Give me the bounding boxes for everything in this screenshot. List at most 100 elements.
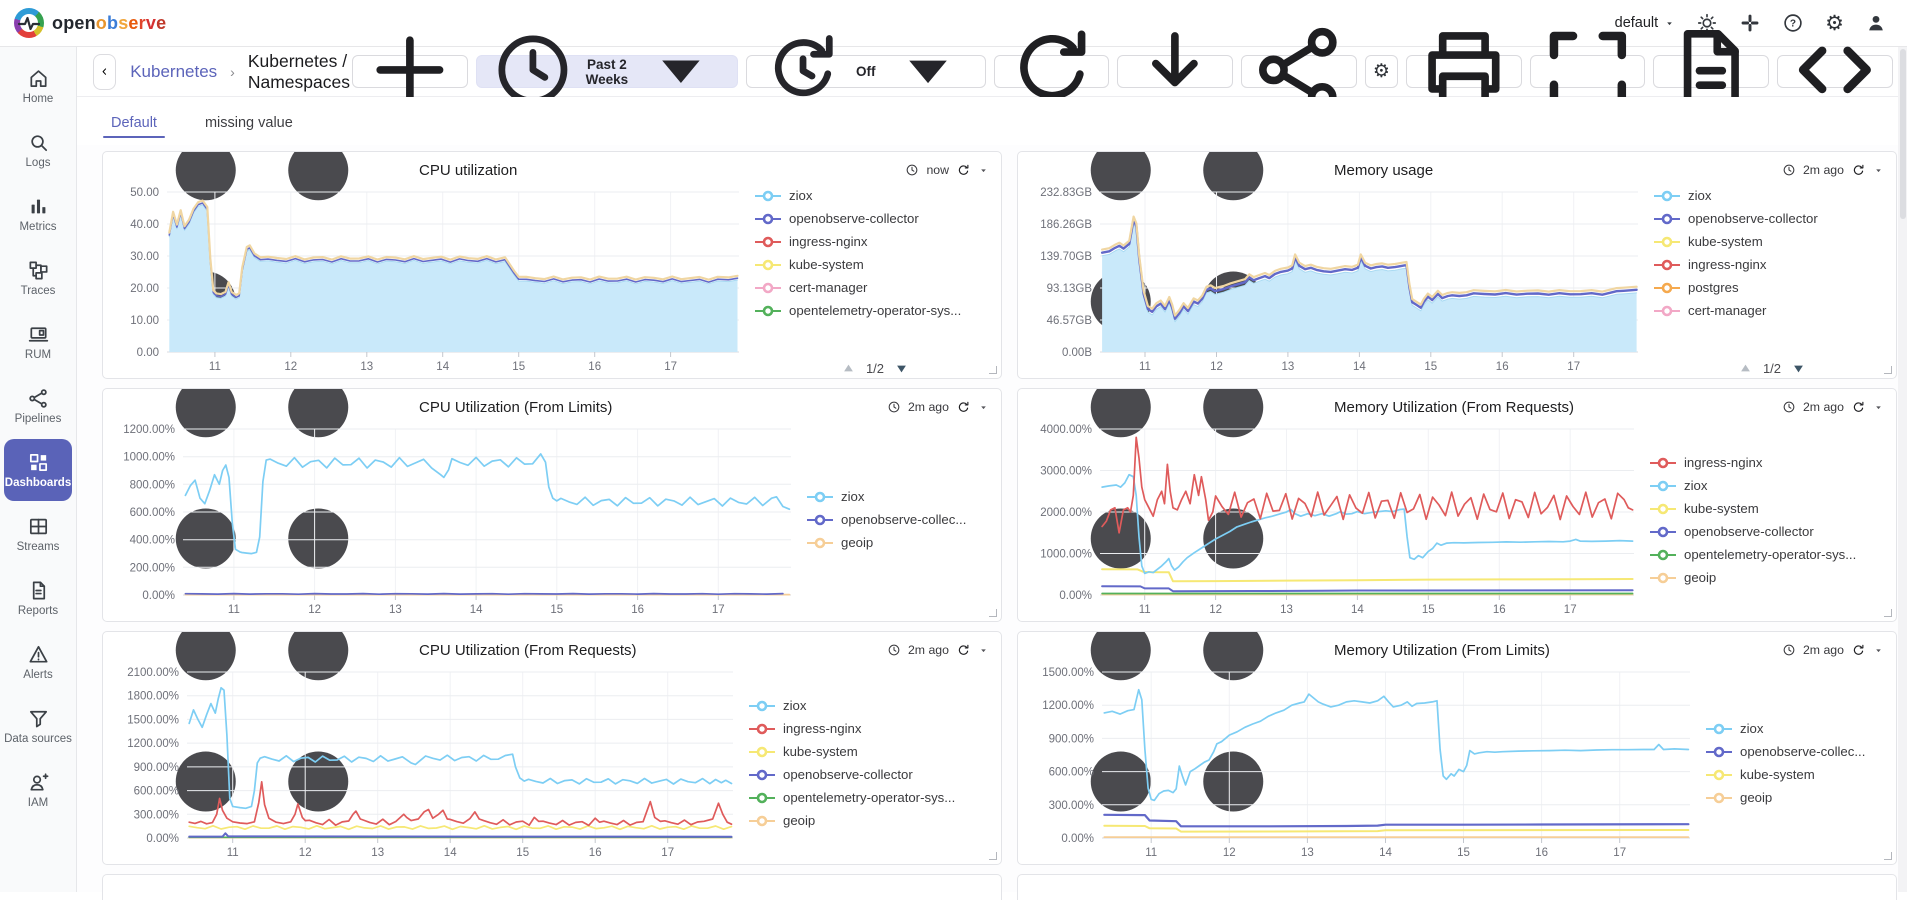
auto-refresh-selector[interactable]: Off xyxy=(746,55,986,88)
legend-item[interactable]: ziox xyxy=(749,698,997,714)
svg-text:1800.00%: 1800.00% xyxy=(127,691,179,703)
chart-area[interactable]: 1200.00%1000.00%800.00%600.00%400.00%200… xyxy=(103,419,801,621)
panel-refresh-icon[interactable] xyxy=(956,163,971,178)
legend-item[interactable]: geoip xyxy=(1706,790,1892,806)
chart-area[interactable]: 50.0040.0030.0020.0010.000.0011121314151… xyxy=(103,182,749,378)
svg-text:11: 11 xyxy=(209,361,221,373)
panel-menu-caret-icon[interactable] xyxy=(1873,165,1884,176)
svg-text:300.00%: 300.00% xyxy=(1049,800,1094,812)
legend-item[interactable]: ziox xyxy=(755,188,997,204)
legend-item[interactable]: kube-system xyxy=(749,744,997,760)
legend-item[interactable]: kube-system xyxy=(1706,767,1892,783)
scrollbar[interactable] xyxy=(1898,47,1907,892)
refresh-button[interactable] xyxy=(994,55,1110,88)
legend-item[interactable]: ingress-nginx xyxy=(749,721,997,737)
chart-canvas[interactable]: 232.83GB186.26GB139.70GB93.13GB46.57GB0.… xyxy=(1018,182,1648,378)
legend-item[interactable]: openobserve-collector xyxy=(749,767,997,783)
breadcrumb-folder-link[interactable]: Kubernetes xyxy=(130,62,217,82)
legend-item[interactable]: opentelemetry-operator-sys... xyxy=(755,303,997,319)
legend-item[interactable]: cert-manager xyxy=(1654,303,1892,319)
panel-menu-caret-icon[interactable] xyxy=(978,645,989,656)
back-button[interactable] xyxy=(93,54,116,90)
chart-area[interactable]: 4000.00%3000.00%2000.00%1000.00%0.00%111… xyxy=(1018,419,1644,621)
svg-text:13: 13 xyxy=(1280,604,1293,616)
legend-item[interactable]: kube-system xyxy=(1650,501,1892,517)
legend-item[interactable]: opentelemetry-operator-sys... xyxy=(1650,547,1892,563)
legend-item[interactable]: openobserve-collec... xyxy=(807,512,997,528)
legend-page-down-icon[interactable] xyxy=(893,360,910,377)
svg-text:17: 17 xyxy=(712,604,725,616)
legend-item[interactable]: ingress-nginx xyxy=(755,234,997,250)
legend-item[interactable]: openobserve-collec... xyxy=(1706,744,1892,760)
legend-item[interactable]: kube-system xyxy=(755,257,997,273)
panel-refresh-icon[interactable] xyxy=(956,643,971,658)
sidebar-item-rum[interactable]: RUM xyxy=(4,311,72,373)
legend-item[interactable]: openobserve-collector xyxy=(755,211,997,227)
dashboard-settings-button[interactable]: ⚙ xyxy=(1365,55,1398,88)
share-button[interactable] xyxy=(1241,55,1357,88)
sidebar-item-home[interactable]: Home xyxy=(4,55,72,117)
panel-menu-caret-icon[interactable] xyxy=(1873,402,1884,413)
panel-refresh-icon[interactable] xyxy=(1851,163,1866,178)
legend-page-up-icon[interactable] xyxy=(840,360,857,377)
legend-item[interactable]: postgres xyxy=(1654,280,1892,296)
add-panel-button[interactable] xyxy=(352,55,468,88)
sidebar-item-alerts[interactable]: Alerts xyxy=(4,631,72,693)
legend-page-down-icon[interactable] xyxy=(1790,360,1807,377)
legend-item[interactable]: geoip xyxy=(1650,570,1892,586)
sidebar-item-reports[interactable]: Reports xyxy=(4,567,72,629)
legend-item[interactable]: cert-manager xyxy=(755,280,997,296)
scrollbar-thumb[interactable] xyxy=(1900,49,1906,219)
panel-menu-caret-icon[interactable] xyxy=(978,165,989,176)
chart-area[interactable]: 1500.00%1200.00%900.00%600.00%300.00%0.0… xyxy=(1018,662,1700,864)
panel-refresh-icon[interactable] xyxy=(1851,400,1866,415)
sidebar-item-traces[interactable]: Traces xyxy=(4,247,72,309)
export-json-button[interactable] xyxy=(1653,55,1769,88)
panel-title: Memory usage xyxy=(1334,162,1433,179)
clock-icon xyxy=(1782,643,1796,657)
chart-canvas[interactable]: 4000.00%3000.00%2000.00%1000.00%0.00%111… xyxy=(1018,419,1644,621)
openobserve-logo[interactable]: openobserve xyxy=(14,8,166,38)
legend-item[interactable]: openobserve-collector xyxy=(1650,524,1892,540)
panel-menu-caret-icon[interactable] xyxy=(1873,645,1884,656)
view-code-button[interactable] xyxy=(1777,55,1893,88)
chart-area[interactable]: 2100.00%1800.00%1500.00%1200.00%900.00%6… xyxy=(103,662,743,864)
chart-canvas[interactable]: 2100.00%1800.00%1500.00%1200.00%900.00%6… xyxy=(103,662,743,864)
legend-item[interactable]: ziox xyxy=(1706,721,1892,737)
legend-item[interactable]: openobserve-collector xyxy=(1654,211,1892,227)
tab-missing-value[interactable]: missing value xyxy=(201,115,297,145)
chart-canvas[interactable]: 50.0040.0030.0020.0010.000.0011121314151… xyxy=(103,182,749,378)
sidebar-item-metrics[interactable]: Metrics xyxy=(4,183,72,245)
sidebar-item-logs[interactable]: Logs xyxy=(4,119,72,181)
legend-item[interactable]: ziox xyxy=(1650,478,1892,494)
chart-legend: ingress-nginx ziox kube-system openobserve-… xyxy=(1644,419,1896,621)
svg-text:14: 14 xyxy=(1379,847,1392,859)
sidebar-item-dashboards[interactable]: Dashboards xyxy=(4,439,72,501)
tab-default[interactable]: Default xyxy=(107,115,161,145)
legend-page-up-icon[interactable] xyxy=(1737,360,1754,377)
panel-refresh-icon[interactable] xyxy=(1851,643,1866,658)
legend-item[interactable]: geoip xyxy=(807,535,997,551)
panel-menu-caret-icon[interactable] xyxy=(978,402,989,413)
legend-item[interactable]: ingress-nginx xyxy=(1650,455,1892,471)
sidebar-item-pipelines[interactable]: Pipelines xyxy=(4,375,72,437)
sidebar-item-iam[interactable]: IAM xyxy=(4,759,72,821)
legend-item[interactable]: opentelemetry-operator-sys... xyxy=(749,790,997,806)
panel-refresh-icon[interactable] xyxy=(956,400,971,415)
legend-item[interactable]: ziox xyxy=(1654,188,1892,204)
sidebar-item-streams[interactable]: Streams xyxy=(4,503,72,565)
time-range-picker[interactable]: Past 2 Weeks xyxy=(476,55,738,88)
legend-item[interactable]: ingress-nginx xyxy=(1654,257,1892,273)
legend-item[interactable]: kube-system xyxy=(1654,234,1892,250)
export-download-button[interactable] xyxy=(1117,55,1233,88)
fullscreen-button[interactable] xyxy=(1530,55,1646,88)
sidebar-item-data-sources[interactable]: Data sources xyxy=(4,695,72,757)
svg-text:186.26GB: 186.26GB xyxy=(1040,219,1092,231)
chart-canvas[interactable]: 1200.00%1000.00%800.00%600.00%400.00%200… xyxy=(103,419,801,621)
legend-item[interactable]: ziox xyxy=(807,489,997,505)
svg-text:1500.00%: 1500.00% xyxy=(127,714,179,726)
chart-area[interactable]: 232.83GB186.26GB139.70GB93.13GB46.57GB0.… xyxy=(1018,182,1648,378)
chart-canvas[interactable]: 1500.00%1200.00%900.00%600.00%300.00%0.0… xyxy=(1018,662,1700,864)
legend-item[interactable]: geoip xyxy=(749,813,997,829)
print-button[interactable] xyxy=(1406,55,1522,88)
